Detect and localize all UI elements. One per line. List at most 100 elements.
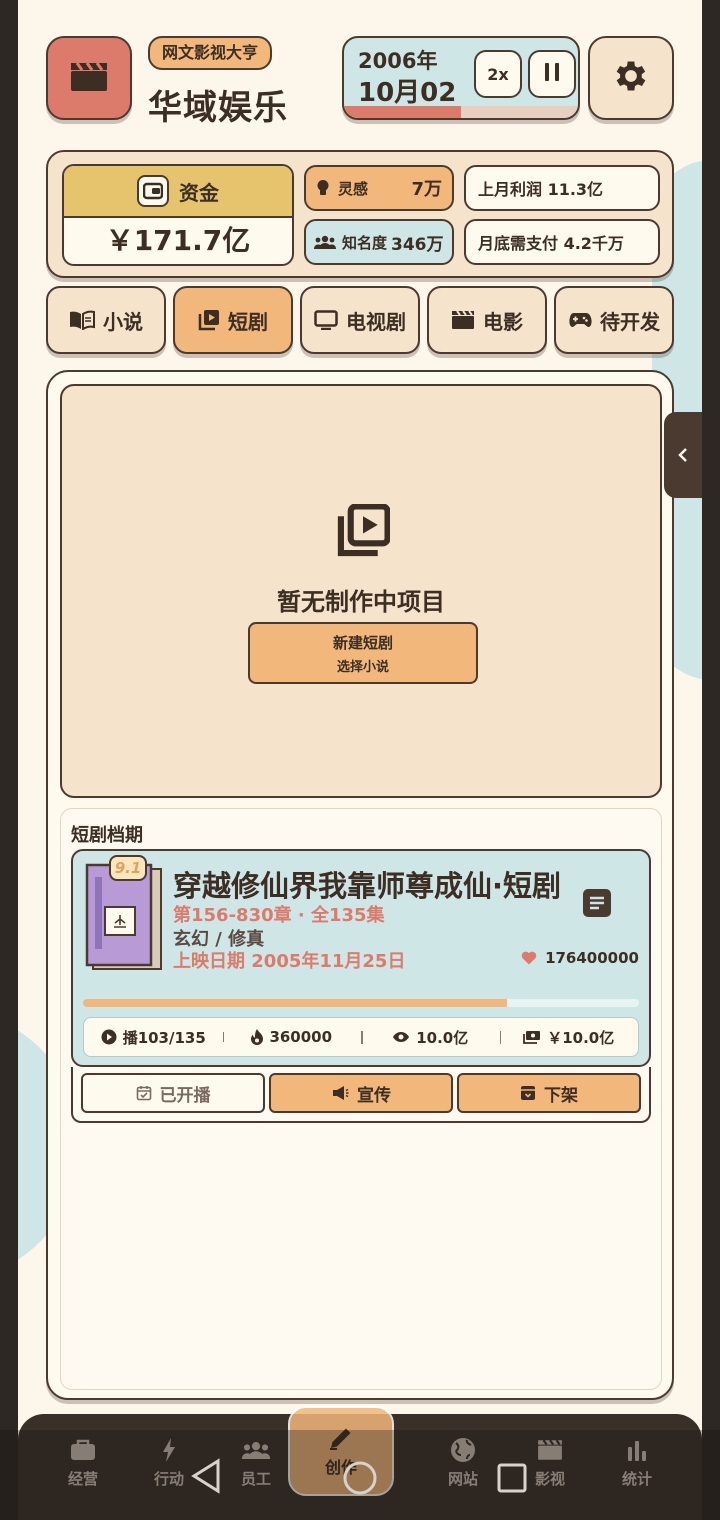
nav-website-label: 网站	[447, 1470, 478, 1488]
stats-panel: 资金 ￥171.7亿 灵感 7万 知名度 346万 上月利润 11.3亿 月底需…	[46, 150, 674, 278]
gear-icon	[611, 56, 651, 100]
inspiration-chip[interactable]: 灵感 7万	[304, 165, 454, 211]
choose-novel-label: 选择小说	[336, 660, 389, 675]
settings-button[interactable]	[588, 36, 674, 120]
nav-action[interactable]: 行动	[124, 1436, 214, 1489]
drama-actions: 已开播 宣传 下架	[71, 1067, 651, 1123]
pencil-icon	[327, 1424, 355, 1454]
date-day: 10月02	[358, 78, 457, 108]
date-year: 2006年	[358, 49, 438, 73]
pause-button[interactable]	[528, 50, 576, 98]
nav-stats-label: 统计	[621, 1470, 652, 1488]
schedule-title: 短剧档期	[71, 825, 143, 846]
tab-short-drama-label: 短剧	[228, 309, 268, 334]
nav-film[interactable]: 影视	[505, 1436, 595, 1489]
people-icon	[241, 1441, 271, 1459]
bar-chart-icon	[626, 1439, 648, 1461]
fund-card[interactable]: 资金 ￥171.7亿	[62, 164, 294, 266]
fame-value: 346万	[391, 234, 444, 255]
tab-coming-soon[interactable]: 待开发	[554, 286, 674, 354]
video-library-icon	[336, 503, 391, 562]
people-icon	[314, 235, 336, 249]
tab-coming-soon-label: 待开发	[600, 309, 660, 334]
archive-icon	[520, 1085, 536, 1101]
likes-value: 176400000	[545, 949, 639, 967]
nav-business[interactable]: 经营	[38, 1436, 128, 1489]
megaphone-icon	[331, 1085, 349, 1101]
month-end-payment: 月底需支付 4.2千万	[464, 219, 660, 265]
drama-card[interactable]: 9.1 穿越修仙界我靠师尊成仙·短剧 第156-830章 · 全135集 玄幻 …	[71, 849, 651, 1067]
briefcase-icon	[70, 1439, 96, 1461]
broadcast-progress-fill	[83, 999, 508, 1007]
drama-release-date: 上映日期 2005年11月25日	[173, 951, 406, 972]
new-short-drama-label: 新建短剧	[332, 634, 393, 652]
metric-revenue: ￥10.0亿	[499, 1027, 639, 1048]
broadcast-progress-bar	[83, 999, 639, 1007]
remove-button[interactable]: 下架	[457, 1073, 641, 1113]
book-icon	[69, 310, 95, 330]
production-empty-state: 暂无制作中项目 新建短剧 选择小说	[60, 384, 662, 798]
month-progress-fill	[344, 106, 461, 118]
calendar-check-icon	[136, 1085, 152, 1101]
nav-create[interactable]: 创作	[288, 1406, 394, 1496]
fund-value: ￥171.7亿	[105, 224, 251, 257]
fund-header: 资金	[64, 166, 292, 218]
short-drama-schedule: 短剧档期 9.1 穿越修仙界我靠师尊成仙·短剧 第156-830章 · 全135…	[60, 808, 662, 1390]
main-panel: 暂无制作中项目 新建短剧 选择小说 短剧档期 9.1 穿越修仙界我靠师尊成仙·短…	[46, 370, 674, 1400]
document-icon[interactable]	[581, 887, 613, 923]
promote-label: 宣传	[357, 1085, 391, 1106]
likes-count: 176400000	[521, 949, 639, 967]
rating-badge: 9.1	[109, 855, 147, 881]
clapperboard-icon	[537, 1439, 563, 1461]
fame-chip[interactable]: 知名度 346万	[304, 219, 454, 265]
new-short-drama-button[interactable]: 新建短剧 选择小说	[248, 622, 478, 684]
drama-chapters: 第156-830章 · 全135集	[173, 905, 385, 926]
metric-episodes: 播103/135	[84, 1027, 223, 1048]
chevron-left-icon	[677, 447, 689, 463]
globe-icon	[450, 1437, 476, 1463]
inspiration-value: 7万	[411, 179, 442, 200]
tv-icon	[314, 310, 338, 330]
app-screen: 网文影视大亨 华域娱乐 2006年 10月02 2x 资金 ￥171.7亿 灵感…	[18, 0, 702, 1520]
bolt-icon	[162, 1438, 176, 1462]
side-panel-toggle[interactable]	[664, 412, 702, 498]
date-panel: 2006年 10月02 2x	[342, 36, 580, 120]
remove-label: 下架	[544, 1085, 578, 1106]
nav-business-label: 经营	[67, 1470, 98, 1488]
studio-logo-button[interactable]	[46, 36, 132, 120]
tab-movie[interactable]: 电影	[427, 286, 547, 354]
speed-button[interactable]: 2x	[474, 50, 522, 98]
tab-novel-label: 小说	[103, 309, 143, 334]
drama-metrics: 播103/135 360000 10.0亿 ￥10.0亿	[83, 1017, 639, 1057]
nav-stats[interactable]: 统计	[592, 1436, 682, 1489]
drama-title: 穿越修仙界我靠师尊成仙·短剧	[173, 869, 562, 903]
nav-action-label: 行动	[153, 1470, 184, 1488]
clapperboard-icon	[451, 310, 475, 330]
metric-views: 10.0亿	[361, 1027, 500, 1048]
metric-views-value: 10.0亿	[416, 1028, 469, 1047]
tab-short-drama[interactable]: 短剧	[173, 286, 293, 354]
metric-episodes-value: 播103/135	[122, 1028, 206, 1047]
company-name: 华域娱乐	[148, 88, 288, 128]
tab-movie-label: 电影	[483, 309, 523, 334]
wallet-icon	[137, 175, 169, 207]
promote-button[interactable]: 宣传	[269, 1073, 453, 1113]
aired-label: 已开播	[159, 1085, 211, 1106]
game-tagline: 网文影视大亨	[148, 36, 273, 70]
month-progress-bar	[344, 106, 578, 118]
play-icon	[101, 1029, 117, 1045]
empty-state-text: 暂无制作中项目	[277, 588, 445, 616]
last-month-profit: 上月利润 11.3亿	[464, 165, 660, 211]
fame-label: 知名度	[342, 233, 388, 252]
aired-button[interactable]: 已开播	[81, 1073, 265, 1113]
pause-icon	[543, 62, 561, 86]
video-library-icon	[198, 309, 220, 331]
heart-icon	[521, 951, 537, 965]
lightbulb-icon	[316, 179, 330, 197]
metric-heat-value: 360000	[269, 1028, 333, 1046]
nav-website[interactable]: 网站	[418, 1436, 508, 1489]
cash-icon	[523, 1030, 541, 1044]
metric-revenue-value: ￥10.0亿	[547, 1028, 615, 1047]
tab-tv-series[interactable]: 电视剧	[300, 286, 420, 354]
tab-novel[interactable]: 小说	[46, 286, 166, 354]
